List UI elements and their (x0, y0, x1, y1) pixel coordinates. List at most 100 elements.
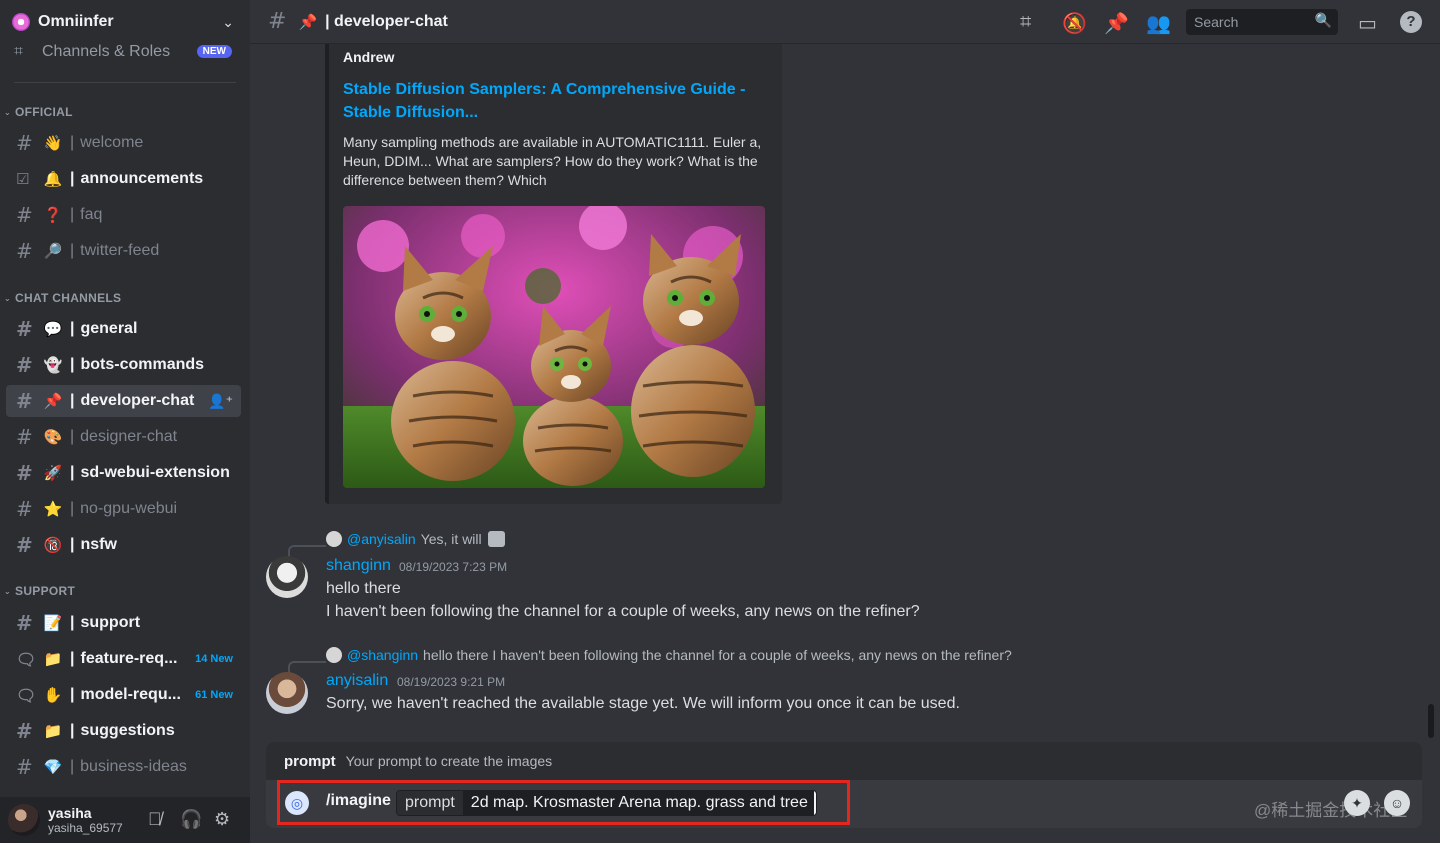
channel-header: # 📌 | developer-chat ⌗ 🔕 📌 👥 Search 🔍 ▭ … (250, 0, 1440, 44)
sidebar-item-business-ideas[interactable]: # 💎 | business-ideas (6, 751, 241, 783)
gift-icon[interactable]: ✦ (1344, 790, 1370, 816)
scrollbar[interactable] (1428, 704, 1434, 738)
pipe-separator: | (70, 758, 75, 775)
channel-emoji-icon: ❓ (43, 207, 63, 224)
embed-author: Andrew (343, 49, 395, 65)
notification-mute-icon[interactable]: 🔕 (1062, 11, 1087, 36)
gear-icon[interactable]: ⚙ (214, 809, 230, 830)
slash-command[interactable]: /imagine (326, 792, 391, 810)
category-chat-channels[interactable]: ⌄ CHAT CHANNELS (0, 290, 250, 306)
pipe-separator: | (70, 320, 75, 337)
sidebar-item-faq[interactable]: # ❓ | faq (6, 199, 241, 231)
message-text: Sorry, we haven't reached the available … (326, 695, 960, 712)
channel-emoji-icon: 👻 (43, 357, 63, 374)
channel-name: faq (80, 206, 103, 223)
sidebar-item-sd-webui-extension[interactable]: # 🚀 | sd-webui-extension (6, 457, 241, 489)
add-member-icon[interactable]: 👤⁺ (208, 393, 233, 410)
pipe-separator: | (70, 428, 75, 445)
sidebar-item-twitter-feed[interactable]: # 🔎 | twitter-feed (6, 235, 241, 267)
sidebar-item-general[interactable]: # 💬 | general (6, 313, 241, 345)
pipe-separator: | (70, 206, 75, 223)
channel-name: designer-chat (80, 428, 178, 445)
sidebar-item-bots-commands[interactable]: # 👻 | bots-commands (6, 349, 241, 381)
reply-preview[interactable]: @anyisalin Yes, it will (326, 531, 505, 547)
sidebar-item-model-requests[interactable]: 🗨 ✋ | model-requ... 61 New (6, 679, 241, 711)
emoji-picker-icon[interactable]: ☺ (1384, 790, 1410, 816)
sidebar-item-no-gpu-webui[interactable]: # ⭐ | no-gpu-webui (6, 493, 241, 525)
help-icon[interactable]: ? (1400, 11, 1422, 33)
user-panel: yasiha yasiha_69577 🎙̸ 🎧 ⚙ (0, 797, 250, 843)
sidebar-item-announcements[interactable]: ☑ 🔔 | announcements (6, 163, 241, 195)
embed-description: Many sampling methods are available in A… (343, 134, 762, 188)
category-official[interactable]: ⌄ OFFICIAL (0, 104, 250, 120)
reply-mention[interactable]: @anyisalin (347, 531, 416, 547)
thread-hash-icon: # (268, 9, 287, 34)
announcement-icon: ☑ (16, 170, 30, 188)
option-description: Your prompt to create the images (345, 753, 553, 769)
channel-emoji-icon: 🎨 (43, 429, 63, 446)
hash-icon: # (16, 131, 33, 155)
pipe-separator: | (70, 686, 75, 703)
channel-name: nsfw (80, 536, 117, 553)
channel-name: no-gpu-webui (80, 500, 178, 517)
avatar[interactable] (266, 672, 308, 714)
category-label: CHAT CHANNELS (15, 291, 122, 305)
pipe-separator: | (70, 650, 75, 667)
channel-name: welcome (80, 134, 144, 151)
threads-icon[interactable]: ⌗ (1020, 11, 1031, 34)
command-option-hint: prompt Your prompt to create the images (266, 742, 1422, 780)
sidebar-item-developer-chat[interactable]: # 📌 | developer-chat 👤⁺ (6, 385, 241, 417)
inbox-icon[interactable]: ▭ (1358, 11, 1377, 36)
divider (14, 82, 236, 83)
category-support[interactable]: ⌄ SUPPORT (0, 583, 250, 599)
channel-emoji-icon: 📁 (43, 723, 63, 740)
search-icon: 🔍 (1314, 12, 1332, 28)
message-author[interactable]: shanginn (326, 557, 391, 575)
hash-icon: # (16, 461, 33, 485)
avatar[interactable] (266, 556, 308, 598)
message-text: hello there (326, 580, 401, 597)
bot-command-icon: ◎ (285, 791, 309, 815)
parameter-value-input[interactable]: 2d map. Krosmaster Arena map. grass and … (462, 791, 816, 815)
pipe-separator: | (70, 614, 75, 631)
server-header[interactable]: Omniinfer ⌄ (0, 0, 250, 44)
pipe-separator: | (70, 464, 75, 481)
user-name: yasiha (48, 805, 92, 821)
channel-name: developer-chat (80, 392, 195, 409)
member-list-icon[interactable]: 👥 (1146, 11, 1171, 36)
embed-title-link[interactable]: Stable Diffusion Samplers: A Comprehensi… (343, 78, 763, 124)
headphones-icon[interactable]: 🎧 (180, 809, 202, 830)
chevron-down-icon[interactable]: ⌄ (222, 14, 234, 31)
avatar[interactable] (8, 804, 40, 836)
search-input[interactable]: Search 🔍 (1186, 9, 1338, 35)
channels-roles-icon: ⌗ (14, 43, 24, 60)
caret-icon: ⌄ (4, 586, 12, 596)
hash-icon: # (16, 755, 33, 779)
channel-emoji-icon: 🔞 (43, 537, 63, 554)
pipe-separator: | (70, 536, 75, 553)
embed-image-kittens[interactable] (343, 206, 765, 488)
command-parameter[interactable]: prompt 2d map. Krosmaster Arena map. gra… (396, 790, 817, 816)
hash-icon: # (16, 425, 33, 449)
user-info[interactable]: yasiha yasiha_69577 (48, 805, 123, 835)
reply-mention[interactable]: @shanginn (347, 647, 418, 663)
link-embed: Andrew Stable Diffusion Samplers: A Comp… (325, 44, 782, 504)
message-author[interactable]: anyisalin (326, 672, 388, 690)
sidebar-item-suggestions[interactable]: # 📁 | suggestions (6, 715, 241, 747)
reply-avatar (326, 647, 342, 663)
thread-hash-icon: # (16, 317, 33, 341)
sidebar-item-nsfw[interactable]: # 🔞 | nsfw (6, 529, 241, 561)
sidebar-item-welcome[interactable]: # 👋 | welcome (6, 127, 241, 159)
sidebar-item-support[interactable]: # 📝 | support (6, 607, 241, 639)
hash-icon: # (16, 239, 33, 263)
channel-name: general (80, 320, 138, 337)
sidebar-item-designer-chat[interactable]: # 🎨 | designer-chat (6, 421, 241, 453)
channel-emoji-icon: 🔎 (43, 243, 63, 260)
channel-emoji-icon: 📁 (43, 651, 63, 668)
pin-icon[interactable]: 📌 (1104, 11, 1129, 36)
sidebar-item-feature-requests[interactable]: 🗨 📁 | feature-req... 14 New (6, 643, 241, 675)
server-name: Omniinfer (38, 13, 114, 30)
mute-mic-icon[interactable]: 🎙̸ (148, 809, 162, 830)
message-timestamp: 08/19/2023 7:23 PM (399, 560, 508, 574)
reply-preview[interactable]: @shanginn hello there I haven't been fol… (326, 647, 1012, 663)
